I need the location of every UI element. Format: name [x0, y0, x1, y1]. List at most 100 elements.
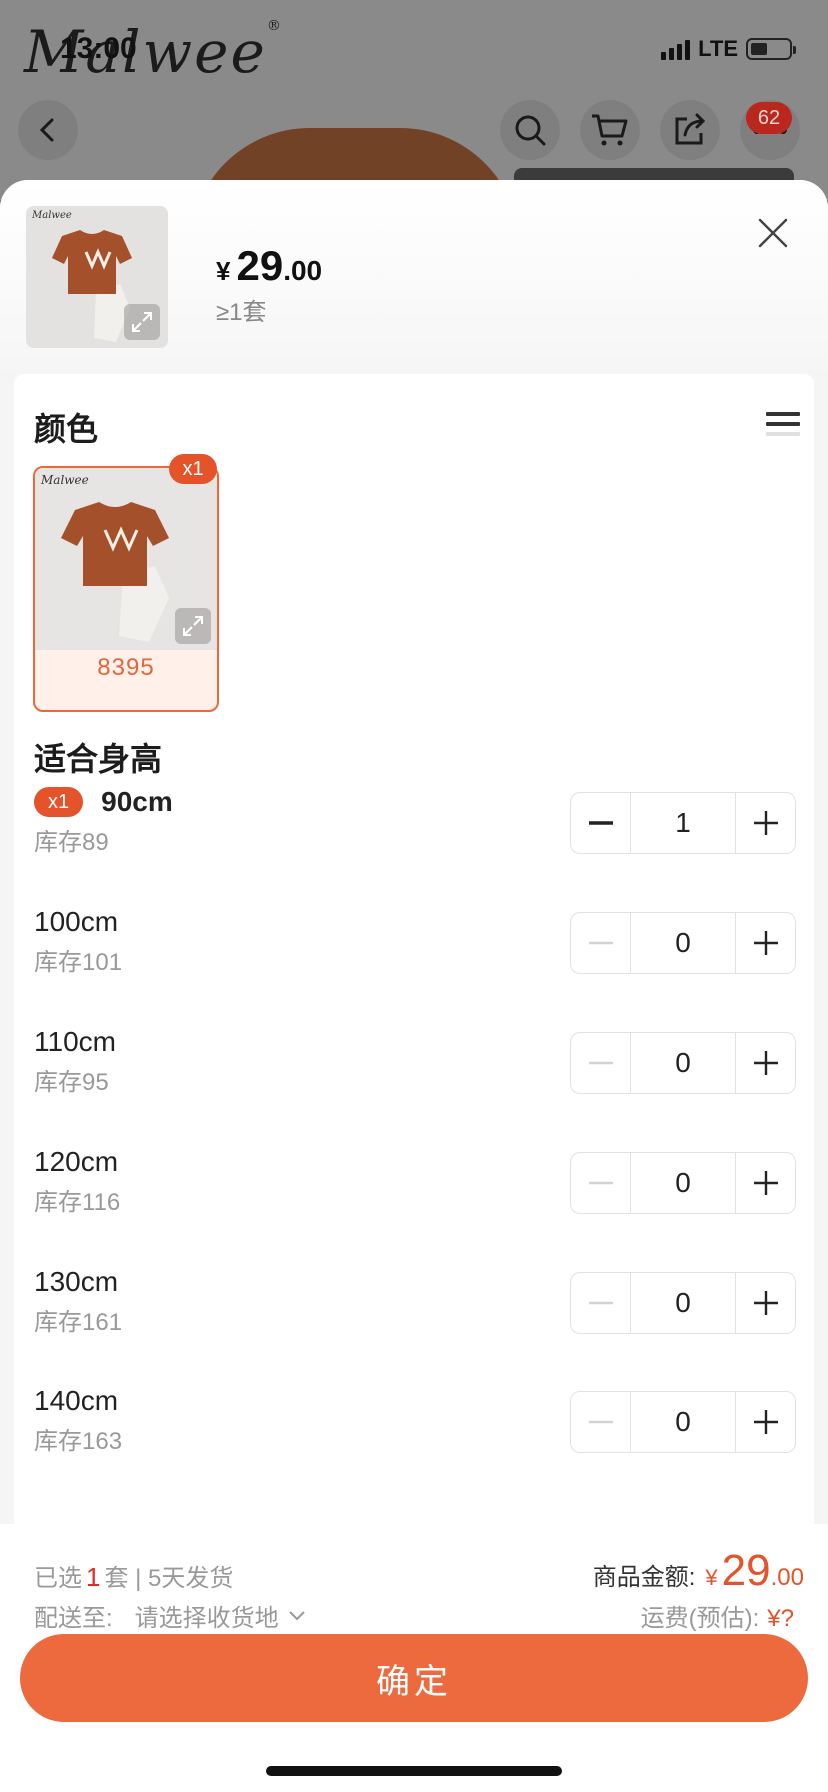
quantity-value[interactable]: 0: [631, 1153, 735, 1213]
options-card: 颜色 Malwee 8395 x1 适合身高 x1 90cm 库存89 1 10…: [14, 374, 814, 1524]
minus-icon: [588, 1420, 613, 1424]
increment-button[interactable]: [735, 1153, 795, 1213]
increment-button[interactable]: [735, 1033, 795, 1093]
quantity-stepper: 1: [570, 792, 796, 854]
chevron-down-icon: [288, 1610, 305, 1620]
close-icon: [758, 218, 788, 248]
share-icon: [675, 113, 706, 145]
size-name: 140cm: [34, 1385, 119, 1416]
quantity-value[interactable]: 0: [631, 1273, 735, 1333]
plus-icon: [753, 1410, 778, 1434]
size-name: 110cm: [34, 1026, 116, 1057]
minus-icon: [588, 941, 613, 945]
quantity-stepper: 0: [570, 1391, 796, 1453]
size-name: 100cm: [34, 906, 119, 937]
increment-button[interactable]: [735, 1273, 795, 1333]
quantity-value[interactable]: 0: [631, 1033, 735, 1093]
search-icon: [515, 115, 546, 146]
stock-count: 库存161: [34, 1309, 123, 1336]
sheet-header: Malwee ¥ 29 .00 ≥1套: [0, 180, 828, 370]
quantity-stepper: 0: [570, 1152, 796, 1214]
color-option-label: 8395: [97, 654, 155, 681]
expand-image-button[interactable]: [175, 608, 211, 644]
min-order-qty: ≥1套: [216, 299, 267, 326]
stock-count: 库存163: [34, 1428, 123, 1455]
plus-icon: [753, 931, 778, 955]
expand-icon: [183, 616, 203, 636]
cart-count-badge: 62: [746, 102, 792, 134]
price-block: ¥ 29 .00 ≥1套: [216, 242, 322, 327]
decrement-button[interactable]: [571, 1033, 631, 1093]
stock-count: 库存89: [34, 829, 109, 856]
selected-count-badge: x1: [169, 454, 217, 484]
size-row: 140cm 库存163 0: [14, 1385, 814, 1485]
network-type: LTE: [698, 36, 738, 61]
home-indicator: [266, 1766, 562, 1776]
order-footer: 已选 1 套 | 5天发货 配送至: 请选择收货地 商品金额: ¥ 29 .00 运…: [0, 1524, 828, 1792]
goods-total: 商品金额: ¥ 29 .00: [592, 1546, 804, 1595]
stock-count: 库存116: [34, 1189, 121, 1216]
stock-count: 库存101: [34, 949, 123, 976]
size-row: x1 90cm 库存89 1: [14, 786, 814, 886]
back-button[interactable]: [18, 100, 78, 160]
close-button[interactable]: [752, 212, 794, 254]
freight-estimate: 运费(预估): ¥?: [640, 1605, 794, 1632]
minus-icon: [588, 821, 613, 825]
size-name: x1 90cm: [34, 786, 173, 818]
size-name: 120cm: [34, 1146, 119, 1177]
plus-icon: [753, 1051, 778, 1075]
plus-icon: [753, 1291, 778, 1315]
status-time: 13:00: [60, 32, 137, 65]
color-option[interactable]: Malwee 8395 x1: [33, 454, 219, 712]
quantity-value[interactable]: 0: [631, 913, 735, 973]
product-thumbnail[interactable]: Malwee: [26, 206, 168, 348]
plus-icon: [753, 811, 778, 835]
quantity-value[interactable]: 1: [631, 793, 735, 853]
increment-button[interactable]: [735, 793, 795, 853]
size-row: 130cm 库存161 0: [14, 1266, 814, 1366]
increment-button[interactable]: [735, 1392, 795, 1452]
list-view-toggle[interactable]: [766, 412, 800, 446]
quantity-stepper: 0: [570, 1272, 796, 1334]
ship-label: 配送至:: [34, 1605, 113, 1632]
ship-address-placeholder: 请选择收货地: [134, 1605, 279, 1632]
battery-icon: [746, 38, 796, 60]
minus-icon: [588, 1061, 613, 1065]
cart-button[interactable]: [580, 100, 640, 160]
share-button[interactable]: [660, 100, 720, 160]
size-row: 100cm 库存101 0: [14, 906, 814, 1006]
quantity-stepper: 0: [570, 912, 796, 974]
expand-image-button[interactable]: [124, 304, 160, 340]
background-page: Malwee® 13:00 LTE 62: [0, 0, 828, 200]
color-option-image: Malwee: [35, 468, 217, 650]
decrement-button[interactable]: [571, 793, 631, 853]
quantity-stepper: 0: [570, 1032, 796, 1094]
decrement-button[interactable]: [571, 1392, 631, 1452]
svg-text:Malwee: Malwee: [40, 473, 89, 487]
color-section-title: 颜色: [34, 411, 99, 447]
signal-icon: [661, 38, 691, 60]
size-count-badge: x1: [34, 787, 84, 817]
expand-icon: [132, 312, 152, 332]
decrement-button[interactable]: [571, 913, 631, 973]
unit-price: ¥ 29 .00: [216, 242, 323, 289]
search-button[interactable]: [500, 100, 560, 160]
selected-count: 1: [86, 1562, 101, 1592]
decrement-button[interactable]: [571, 1273, 631, 1333]
selected-summary: 已选 1 套 | 5天发货: [34, 1562, 234, 1592]
minus-icon: [588, 1181, 613, 1185]
stock-count: 库存95: [34, 1069, 109, 1096]
confirm-button[interactable]: 确定: [20, 1634, 808, 1722]
size-name: 130cm: [34, 1266, 119, 1297]
minus-icon: [588, 1301, 613, 1305]
decrement-button[interactable]: [571, 1153, 631, 1213]
sku-selector-sheet: Malwee ¥ 29 .00 ≥1套 颜色 Malwee 8395 x1 适合…: [0, 180, 828, 1792]
size-row: 110cm 库存95 0: [14, 1026, 814, 1126]
increment-button[interactable]: [735, 913, 795, 973]
cart-icon: [592, 114, 628, 146]
chevron-left-icon: [39, 118, 54, 142]
quantity-value[interactable]: 0: [631, 1392, 735, 1452]
svg-text:Malwee: Malwee: [31, 210, 72, 221]
shipping-destination[interactable]: 配送至: 请选择收货地: [34, 1598, 307, 1633]
size-section-title: 适合身高: [34, 741, 163, 777]
